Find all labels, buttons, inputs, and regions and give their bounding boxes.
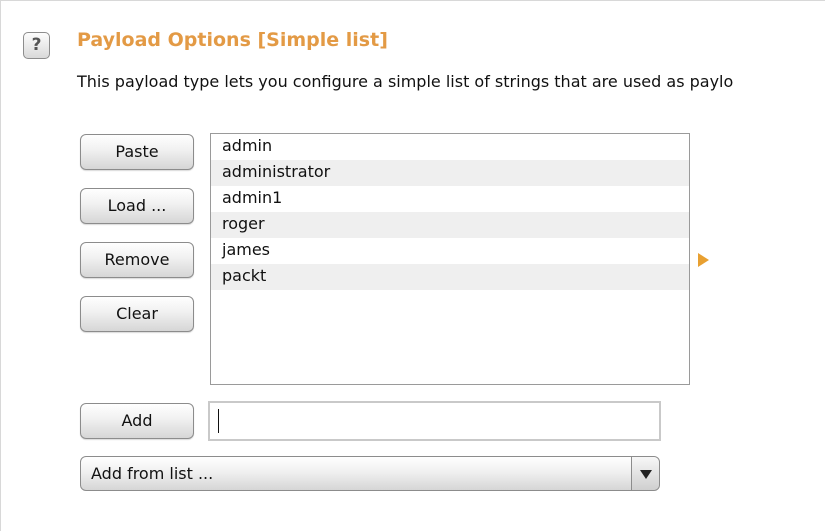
remove-button[interactable]: Remove [80, 242, 194, 278]
add-from-list-dropdown[interactable]: Add from list ... [80, 456, 660, 491]
help-icon[interactable]: ? [23, 32, 50, 59]
clear-button[interactable]: Clear [80, 296, 194, 332]
list-item[interactable]: admin1 [211, 186, 689, 212]
panel-top-border [0, 0, 825, 1]
list-item[interactable]: admin [211, 134, 689, 160]
list-item[interactable]: packt [211, 264, 689, 290]
panel-left-border [0, 0, 1, 531]
section-title: Payload Options [Simple list] [77, 29, 388, 51]
load-button[interactable]: Load ... [80, 188, 194, 224]
text-caret [218, 409, 219, 433]
expand-arrow-icon[interactable] [698, 253, 709, 267]
list-item[interactable]: roger [211, 212, 689, 238]
add-button[interactable]: Add [80, 403, 194, 439]
paste-button[interactable]: Paste [80, 134, 194, 170]
payload-list[interactable]: admin administrator admin1 roger james p… [210, 133, 690, 385]
section-description: This payload type lets you configure a s… [77, 72, 734, 91]
payload-options-panel: ? Payload Options [Simple list] This pay… [0, 0, 825, 531]
add-item-input[interactable] [208, 401, 661, 441]
add-from-list-selected: Add from list ... [91, 464, 214, 483]
list-item[interactable]: administrator [211, 160, 689, 186]
list-item[interactable]: james [211, 238, 689, 264]
chevron-down-icon[interactable] [631, 457, 659, 490]
